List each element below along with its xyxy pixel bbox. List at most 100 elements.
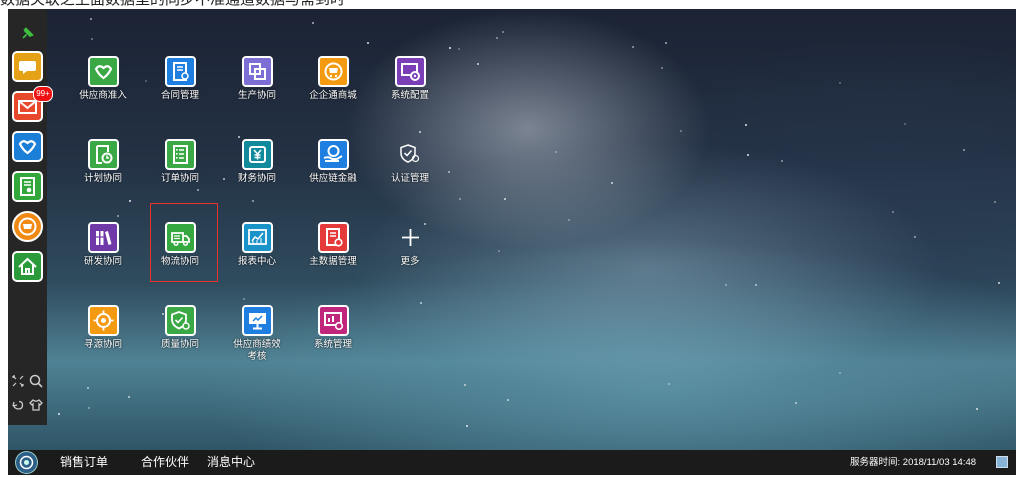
sidebar-item-home[interactable]: [12, 251, 43, 282]
squares-icon: [249, 63, 266, 80]
app-icon-quality: [165, 305, 196, 336]
app-tile-quality[interactable]: 质量协同: [145, 305, 215, 365]
handshake-icon: [18, 140, 37, 155]
app-label: 生产协同: [237, 90, 276, 101]
refresh-icon[interactable]: [10, 397, 26, 413]
sidebar: 99+: [8, 9, 53, 425]
sidebar-item-shop[interactable]: [12, 211, 43, 242]
app-label: 合同管理: [160, 90, 199, 101]
app-icon-production: [242, 56, 273, 87]
cart-icon: [324, 62, 343, 81]
star-speck: [963, 148, 966, 151]
app-tile-sysconfig[interactable]: 系统配置: [375, 56, 445, 116]
books-icon: [95, 231, 112, 245]
app-icon-supplier-access: [88, 56, 119, 87]
app-icon-plan: [88, 139, 119, 170]
star-speck: [838, 371, 841, 374]
monitor-tray-icon[interactable]: [996, 456, 1008, 468]
taskbar-item-sales-order[interactable]: 销售订单: [60, 454, 108, 470]
shield-check-icon: [400, 144, 420, 163]
app-icon-finance-chain: [318, 139, 349, 170]
star-speck: [660, 67, 663, 70]
app-tile-performance[interactable]: 供应商绩效 考核: [222, 305, 292, 365]
home-icon: [18, 257, 37, 275]
star-speck: [477, 62, 480, 65]
taskbar: 销售订单 合作伙伴 消息中心 服务器时间: 2018/11/03 14:48: [8, 450, 1016, 475]
yuan-icon: [249, 146, 266, 163]
app-tile-plan[interactable]: 计划协同: [68, 139, 138, 199]
app-tile-rnd[interactable]: 研发协同: [68, 222, 138, 282]
chat-bubble-icon: [19, 61, 36, 74]
monitor-icon: [249, 313, 266, 330]
sidebar-item-chat[interactable]: [12, 51, 43, 82]
taskbar-item-message-center[interactable]: 消息中心: [207, 454, 255, 470]
checklist-icon: [173, 145, 188, 164]
app-tile-production[interactable]: 生产协同: [222, 56, 292, 116]
star-speck: [997, 282, 1000, 285]
top-caption-strip: 数据关联之上面数据里的同步不准通道数据与需到时: [0, 0, 1016, 9]
star-speck: [610, 181, 613, 184]
star-speck: [496, 36, 499, 39]
app-tile-more[interactable]: 更多: [375, 222, 445, 282]
star-speck: [367, 42, 370, 45]
app-tile-finance-chain[interactable]: 供应链金融: [298, 139, 368, 199]
app-icon-finance: [242, 139, 273, 170]
star-speck: [418, 131, 421, 134]
search-icon[interactable]: [28, 373, 44, 389]
expand-icon[interactable]: [10, 373, 26, 389]
plus-icon: [402, 229, 419, 246]
app-tile-supplier-access[interactable]: 供应商准入: [68, 56, 138, 116]
app-tile-masterdata[interactable]: 主数据管理: [298, 222, 368, 282]
taskbar-item-partners[interactable]: 合作伙伴: [141, 454, 189, 470]
app-label: 主数据管理: [309, 256, 357, 267]
app-tile-order[interactable]: 订单协同: [145, 139, 215, 199]
star-speck: [458, 197, 461, 200]
pin-icon[interactable]: [20, 27, 34, 41]
star-speck: [914, 236, 917, 239]
app-label: 寻源协同: [83, 339, 122, 350]
start-logo-icon[interactable]: [16, 452, 37, 473]
app-tile-finance[interactable]: 财务协同: [222, 139, 292, 199]
app-tile-certification[interactable]: 认证管理: [375, 139, 445, 199]
document-person-icon: [20, 177, 35, 196]
server-time: 服务器时间: 2018/11/03 14:48: [850, 457, 976, 469]
app-tile-sourcing[interactable]: 寻源协同: [68, 305, 138, 365]
chart-gear-icon: [324, 312, 344, 331]
star-speck: [58, 412, 61, 415]
top-caption: 数据关联之上面数据里的同步不准通道数据与需到时: [0, 0, 345, 9]
star-speck: [679, 129, 682, 132]
star-speck: [90, 38, 93, 41]
app-tile-report[interactable]: 报表中心: [222, 222, 292, 282]
star-speck: [238, 136, 241, 139]
app-icon-sourcing: [88, 305, 119, 336]
highlight-box: [150, 203, 218, 282]
app-label: 质量协同: [160, 339, 199, 350]
star-speck: [251, 199, 254, 202]
sidebar-item-partner[interactable]: [12, 131, 43, 162]
star-speck: [668, 382, 671, 385]
star-speck: [795, 402, 798, 405]
star-speck: [466, 424, 469, 427]
star-speck: [780, 160, 783, 163]
star-speck: [498, 250, 501, 253]
app-icon-sysmanage: [318, 305, 349, 336]
app-label: 报表中心: [237, 256, 276, 267]
star-speck: [976, 407, 979, 410]
shirt-icon[interactable]: [28, 397, 44, 413]
star-speck: [555, 151, 558, 154]
chart-icon: [248, 229, 267, 245]
star-speck: [503, 197, 506, 200]
star-speck: [745, 123, 748, 126]
app-label: 供应链金融: [309, 173, 357, 184]
sidebar-item-document[interactable]: [12, 171, 43, 202]
app-label: 研发协同: [83, 256, 122, 267]
sidebar-item-mail[interactable]: 99+: [12, 86, 53, 122]
star-speck: [993, 200, 996, 203]
app-tile-sysmanage[interactable]: 系统管理: [298, 305, 368, 365]
star-speck: [724, 283, 727, 286]
app-tile-contract[interactable]: 合同管理: [145, 56, 215, 116]
app-tile-mall[interactable]: 企企通商城: [298, 56, 368, 116]
star-speck: [502, 31, 505, 34]
contract-icon: [173, 62, 189, 81]
star-speck: [117, 214, 120, 217]
